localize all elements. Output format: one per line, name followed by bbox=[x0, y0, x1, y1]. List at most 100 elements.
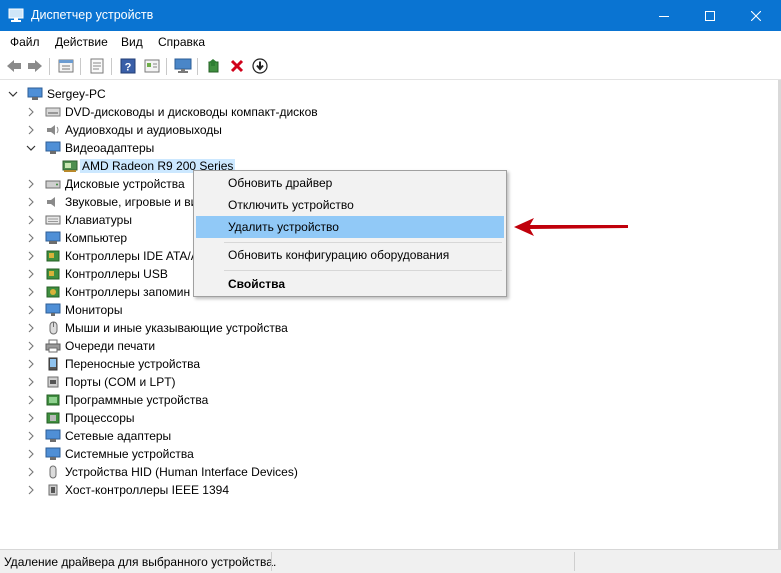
forward-button[interactable] bbox=[26, 57, 44, 75]
system-device-icon bbox=[45, 447, 61, 461]
monitor-icon bbox=[45, 303, 61, 317]
collapsed-chevron-icon[interactable] bbox=[26, 305, 36, 315]
collapsed-chevron-icon[interactable] bbox=[26, 107, 36, 117]
tree-category-label: Клавиатуры bbox=[65, 213, 132, 227]
back-button[interactable] bbox=[5, 57, 23, 75]
tree-category[interactable]: Дисковые устройства bbox=[26, 175, 185, 193]
help-button[interactable]: ? bbox=[119, 57, 137, 75]
collapsed-chevron-icon[interactable] bbox=[26, 323, 36, 333]
tree-category[interactable]: Программные устройства bbox=[26, 391, 208, 409]
expanded-chevron-icon[interactable] bbox=[26, 143, 36, 153]
tree-category-label: Контроллеры USB bbox=[65, 267, 168, 281]
close-button[interactable] bbox=[733, 0, 779, 31]
collapsed-chevron-icon[interactable] bbox=[26, 269, 36, 279]
sound-icon bbox=[45, 195, 61, 209]
keyboard-icon bbox=[45, 213, 61, 227]
tree-category-label: Переносные устройства bbox=[65, 357, 201, 371]
enable-device-icon bbox=[208, 59, 219, 73]
status-divider bbox=[271, 552, 272, 571]
menu-item-disable-device[interactable]: Отключить устройство bbox=[196, 194, 504, 216]
tree-category[interactable]: Контроллеры USB bbox=[26, 265, 168, 283]
minimize-button[interactable] bbox=[641, 0, 687, 31]
disk-drive-icon bbox=[45, 177, 61, 191]
collapsed-chevron-icon[interactable] bbox=[26, 125, 36, 135]
tree-category-label: Очереди печати bbox=[65, 339, 156, 353]
tree-category[interactable]: Устройства HID (Human Interface Devices) bbox=[26, 463, 298, 481]
menu-action[interactable]: Действие bbox=[55, 35, 108, 49]
menu-item-properties[interactable]: Свойства bbox=[196, 273, 504, 295]
tree-category[interactable]: Процессоры bbox=[26, 409, 135, 427]
tree-category-label: Устройства HID (Human Interface Devices) bbox=[65, 465, 298, 479]
menu-view[interactable]: Вид bbox=[121, 35, 143, 49]
menu-help[interactable]: Справка bbox=[158, 35, 205, 49]
tree-category[interactable]: Контроллеры IDE ATA/A bbox=[26, 247, 199, 265]
collapsed-chevron-icon[interactable] bbox=[26, 431, 36, 441]
tree-category[interactable]: Мыши и иные указывающие устройства bbox=[26, 319, 288, 337]
tree-category[interactable]: Аудиовходы и аудиовыходы bbox=[26, 121, 222, 139]
computer-icon bbox=[45, 231, 61, 245]
tree-category-label: Процессоры bbox=[65, 411, 135, 425]
collapsed-chevron-icon[interactable] bbox=[26, 485, 36, 495]
update-driver-button[interactable] bbox=[88, 57, 106, 75]
tree-category[interactable]: DVD-дисководы и дисководы компакт-дисков bbox=[26, 103, 318, 121]
update-driver-icon bbox=[90, 58, 104, 74]
menu-item-scan-hardware[interactable]: Обновить конфигурацию оборудования bbox=[196, 244, 504, 266]
collapsed-chevron-icon[interactable] bbox=[26, 179, 36, 189]
tree-category[interactable]: Звуковые, игровые и ви bbox=[26, 193, 197, 211]
menu-file[interactable]: Файл bbox=[10, 35, 40, 49]
enable-device-button[interactable] bbox=[205, 57, 223, 75]
tree-category-label: Мыши и иные указывающие устройства bbox=[65, 321, 288, 335]
printer-icon bbox=[45, 339, 61, 353]
collapsed-chevron-icon[interactable] bbox=[26, 341, 36, 351]
collapsed-chevron-icon[interactable] bbox=[26, 413, 36, 423]
menu-item-update-driver[interactable]: Обновить драйвер bbox=[196, 172, 504, 194]
collapsed-chevron-icon[interactable] bbox=[26, 449, 36, 459]
tree-category[interactable]: Очереди печати bbox=[26, 337, 155, 355]
usb-controller-icon bbox=[45, 267, 61, 281]
properties-button[interactable] bbox=[57, 57, 75, 75]
tree-category[interactable]: Клавиатуры bbox=[26, 211, 132, 229]
collapsed-chevron-icon[interactable] bbox=[26, 197, 36, 207]
maximize-button[interactable] bbox=[687, 0, 733, 31]
scan-hardware-button[interactable] bbox=[174, 57, 192, 75]
tree-category[interactable]: Порты (COM и LPT) bbox=[26, 373, 176, 391]
tree-category[interactable]: Контроллеры запомин bbox=[26, 283, 190, 301]
menu-item-uninstall-device[interactable]: Удалить устройство bbox=[196, 216, 504, 238]
tree-category-label: Хост-контроллеры IEEE 1394 bbox=[65, 483, 229, 497]
collapsed-chevron-icon[interactable] bbox=[26, 395, 36, 405]
tree-category[interactable]: Сетевые адаптеры bbox=[26, 427, 171, 445]
collapsed-chevron-icon[interactable] bbox=[26, 251, 36, 261]
collapsed-chevron-icon[interactable] bbox=[26, 233, 36, 243]
menu-bar: Файл Действие Вид Справка bbox=[0, 31, 781, 53]
collapsed-chevron-icon[interactable] bbox=[26, 287, 36, 297]
tree-root[interactable]: Sergey-PC bbox=[8, 85, 106, 103]
tree-category[interactable]: Переносные устройства bbox=[26, 355, 200, 373]
tree-category[interactable]: Мониторы bbox=[26, 301, 122, 319]
menu-item-label: Обновить драйвер bbox=[228, 176, 333, 190]
tree-category-label: Звуковые, игровые и ви bbox=[65, 195, 198, 209]
tree-category-label: Аудиовходы и аудиовыходы bbox=[65, 123, 222, 137]
processor-icon bbox=[45, 411, 61, 425]
tree-category-label: Сетевые адаптеры bbox=[65, 429, 172, 443]
collapsed-chevron-icon[interactable] bbox=[26, 215, 36, 225]
collapsed-chevron-icon[interactable] bbox=[26, 359, 36, 369]
display-adapter-icon bbox=[62, 159, 78, 173]
uninstall-button[interactable] bbox=[228, 57, 246, 75]
menu-separator bbox=[224, 270, 502, 271]
tree-category-label: Компьютер bbox=[65, 231, 128, 245]
hid-icon bbox=[45, 465, 61, 479]
tree-category[interactable]: Видеоадаптеры bbox=[26, 139, 154, 157]
collapsed-chevron-icon[interactable] bbox=[26, 377, 36, 387]
port-icon bbox=[45, 375, 61, 389]
mouse-icon bbox=[45, 321, 61, 335]
download-driver-button[interactable] bbox=[251, 57, 269, 75]
menu-item-label: Свойства bbox=[228, 277, 286, 291]
tree-category[interactable]: Системные устройства bbox=[26, 445, 194, 463]
show-hidden-button[interactable] bbox=[143, 57, 161, 75]
tree-category[interactable]: Хост-контроллеры IEEE 1394 bbox=[26, 481, 229, 499]
collapsed-chevron-icon[interactable] bbox=[26, 467, 36, 477]
tree-category-label: Системные устройства bbox=[65, 447, 194, 461]
tree-category[interactable]: Компьютер bbox=[26, 229, 127, 247]
speaker-icon bbox=[45, 123, 61, 137]
expanded-chevron-icon[interactable] bbox=[8, 89, 18, 99]
